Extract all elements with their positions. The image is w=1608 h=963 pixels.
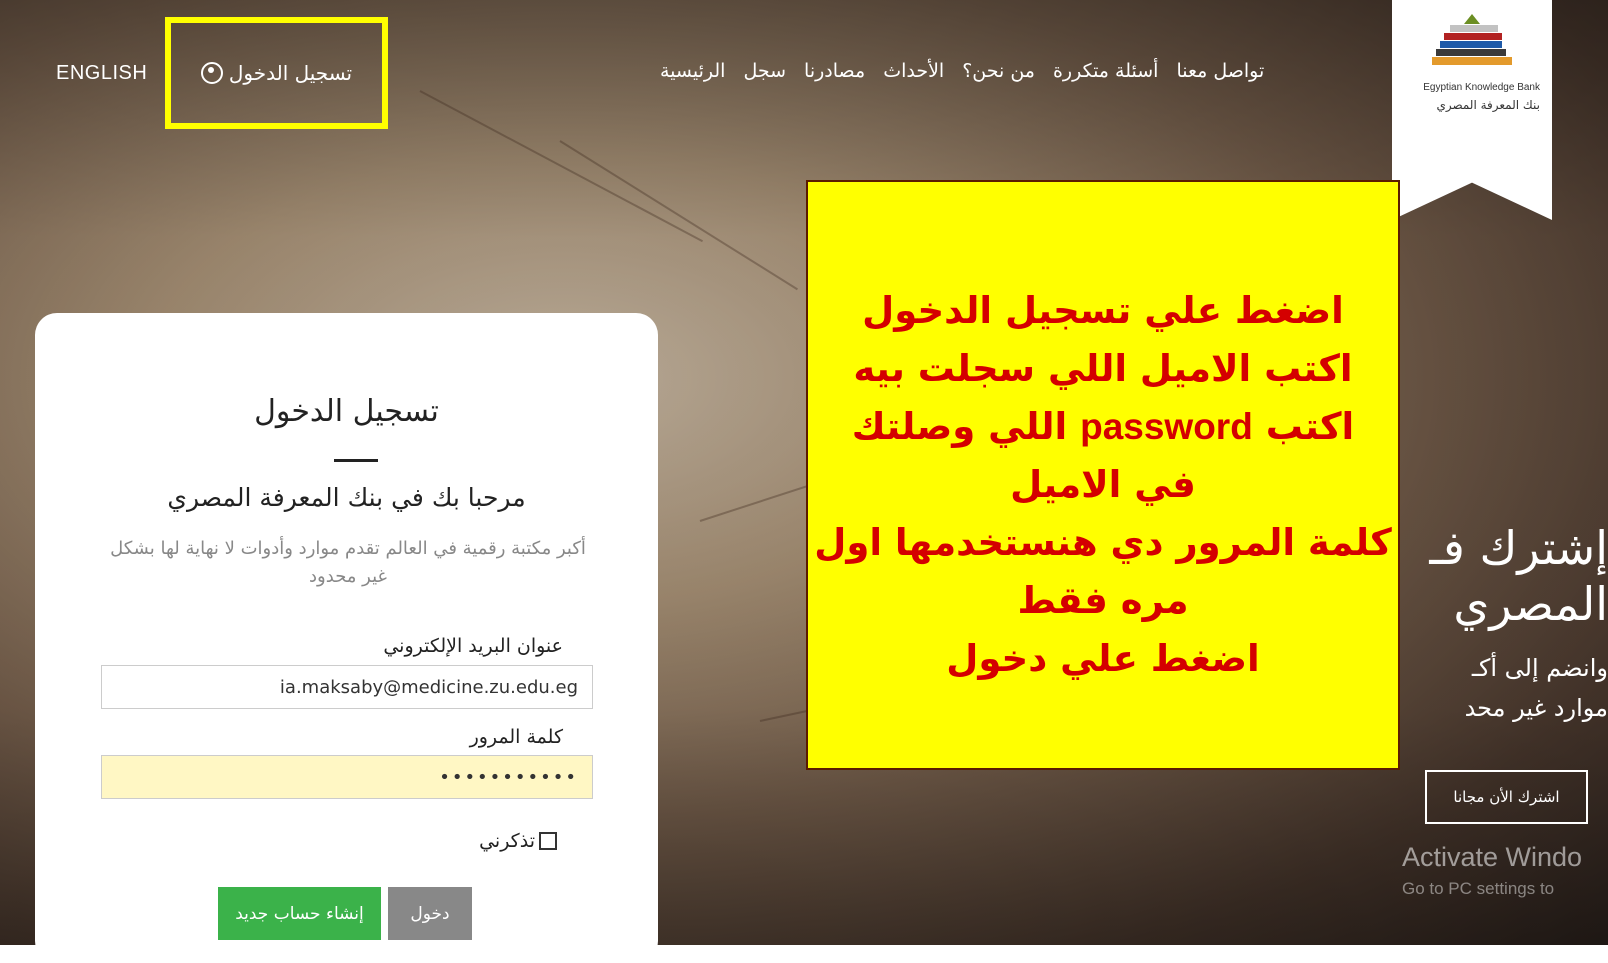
logo-text-ar: بنك المعرفة المصري (1436, 98, 1540, 112)
login-link-highlighted[interactable]: تسجيل الدخول (165, 17, 388, 129)
hero-title: إشترك فـ المصري (1387, 520, 1608, 632)
hero-title-line-1: إشترك فـ (1429, 521, 1608, 575)
hero-text-line-2: موارد غير محد (1464, 694, 1608, 722)
callout-line-5: كلمة المرور دي هنستخدمها اول (814, 521, 1392, 564)
hero-text-line-1: وانضم إلى أكـ (1471, 654, 1608, 682)
login-button[interactable]: دخول (388, 887, 472, 940)
callout-line-6: مره فقط (1017, 579, 1189, 622)
main-nav: الرئيسية سجل مصادرنا الأحداث من نحن؟ أسئ… (660, 60, 1330, 90)
remember-checkbox[interactable] (539, 832, 557, 850)
email-input[interactable] (101, 665, 593, 709)
title-divider (334, 459, 378, 462)
remember-me[interactable]: تذكرني (479, 830, 557, 852)
welcome-subtitle: أكبر مكتبة رقمية في العالم تقدم موارد وأ… (110, 538, 586, 587)
nav-events[interactable]: الأحداث (883, 60, 944, 90)
nav-contact[interactable]: تواصل معنا (1176, 60, 1264, 90)
language-switch[interactable]: ENGLISH (56, 62, 147, 85)
books-logo-icon (1432, 14, 1512, 65)
callout-line-3-suffix: اللي وصلتك (851, 405, 1068, 448)
nav-home[interactable]: الرئيسية (660, 60, 725, 90)
user-icon (200, 62, 223, 84)
create-account-button[interactable]: إنشاء حساب جديد (218, 887, 381, 940)
login-title: تسجيل الدخول (254, 394, 439, 429)
welcome-heading: مرحبا بك في بنك المعرفة المصري (167, 483, 526, 512)
callout-line-3-prefix: اكتب (1265, 405, 1355, 448)
windows-activation-hint: Go to PC settings to (1402, 879, 1555, 898)
subscribe-button[interactable]: اشترك الأن مجانا (1425, 770, 1588, 824)
nav-resources[interactable]: مصادرنا (804, 60, 865, 90)
windows-activation-watermark: Activate Windo (1402, 842, 1583, 872)
top-navbar: ENGLISH تسجيل الدخول الرئيسية سجل مصادرن… (0, 0, 1608, 220)
callout-line-7: اضغط علي دخول (946, 637, 1260, 680)
nav-faq[interactable]: أسئلة متكررة (1053, 60, 1158, 90)
nav-register[interactable]: سجل (743, 60, 786, 90)
callout-line-3: اكتب password اللي وصلتك (808, 398, 1398, 456)
page-texture-line (559, 140, 798, 291)
instruction-callout: اضغط علي تسجيل الدخول اكتب الاميل اللي س… (806, 180, 1400, 770)
callout-line-4: في الاميل (1010, 463, 1196, 506)
email-label: عنوان البريد الإلكتروني (383, 635, 563, 657)
hero-title-line-2: المصري (1453, 577, 1608, 631)
callout-line-1: اضغط علي تسجيل الدخول (862, 289, 1344, 332)
nav-about[interactable]: من نحن؟ (962, 60, 1035, 90)
callout-line-2: اكتب الاميل اللي سجلت بيه (853, 347, 1353, 390)
login-card: تسجيل الدخول مرحبا بك في بنك المعرفة الم… (35, 313, 658, 963)
password-label: كلمة المرور (469, 726, 563, 748)
callout-password-word: password (1080, 406, 1253, 447)
password-input[interactable] (101, 755, 593, 799)
hero-text: وانضم إلى أكـ موارد غير محد (1387, 648, 1608, 728)
remember-label: تذكرني (479, 830, 535, 852)
logo-text-en: Egyptian Knowledge Bank (1423, 82, 1540, 93)
login-link-label: تسجيل الدخول (228, 61, 353, 85)
